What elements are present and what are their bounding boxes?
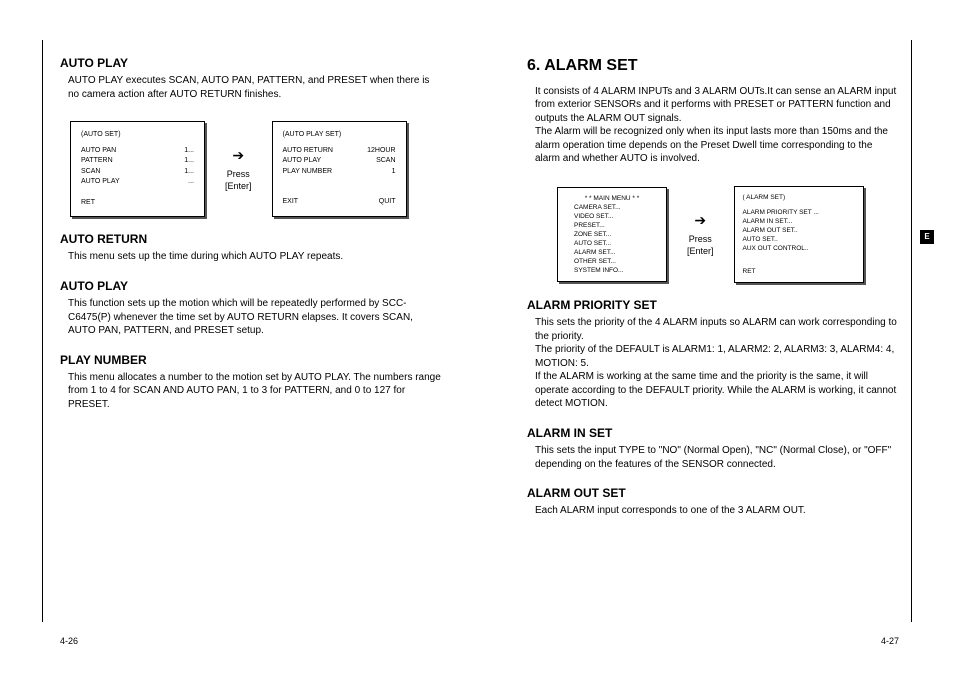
screen-title: * * MAIN MENU * * — [566, 194, 658, 203]
rule-left — [42, 40, 43, 622]
screen-row: AUTO PLAY... — [81, 177, 194, 188]
menu-item: PRESET... — [566, 221, 658, 230]
screen-alarm-set: ( ALARM SET) ALARM PRIORITY SET ... ALAR… — [734, 186, 864, 284]
screens-row-right: * * MAIN MENU * * CAMERA SET... VIDEO SE… — [557, 186, 899, 284]
screen-row: AUTO PLAYSCAN — [283, 156, 396, 167]
menu-item: AUTO SET... — [566, 239, 658, 248]
screen-title: ( ALARM SET) — [743, 193, 855, 202]
body-alarm-in: This sets the input TYPE to "NO" (Normal… — [527, 444, 899, 471]
menu-item: ALARM IN SET... — [743, 217, 855, 226]
body-auto-play-2: This function sets up the motion which w… — [60, 297, 442, 338]
screen-auto-play-set: (AUTO PLAY SET) AUTO RETURN12HOUR AUTO P… — [272, 121, 407, 217]
menu-item: ALARM SET... — [566, 248, 658, 257]
screen-auto-set: (AUTO SET) AUTO PAN1... PATTERN1... SCAN… — [70, 121, 205, 217]
screen-row: SCAN1... — [81, 167, 194, 178]
screen-row: AUTO PAN1... — [81, 146, 194, 157]
screens-row-left: (AUTO SET) AUTO PAN1... PATTERN1... SCAN… — [70, 121, 442, 217]
screen-title: (AUTO SET) — [81, 130, 194, 141]
screen-main-menu: * * MAIN MENU * * CAMERA SET... VIDEO SE… — [557, 187, 667, 283]
arrow-label-2: [Enter] — [225, 180, 252, 192]
left-page: AUTO PLAY AUTO PLAY executes SCAN, AUTO … — [0, 0, 477, 677]
menu-item: ZONE SET... — [566, 230, 658, 239]
arrow-right-icon: ➔ — [687, 211, 714, 230]
page-number-left: 4-26 — [60, 635, 78, 647]
arrow-block: ➔ Press [Enter] — [225, 146, 252, 192]
menu-item: CAMERA SET... — [566, 203, 658, 212]
heading-auto-play-1: AUTO PLAY — [60, 55, 442, 71]
menu-item: AUTO SET.. — [743, 235, 855, 244]
menu-item: ALARM OUT SET.. — [743, 226, 855, 235]
screen-footer: RET — [81, 198, 194, 209]
heading-alarm-set: 6. ALARM SET — [527, 55, 899, 77]
page-spread: AUTO PLAY AUTO PLAY executes SCAN, AUTO … — [0, 0, 954, 677]
arrow-block: ➔ Press [Enter] — [687, 211, 714, 257]
rule-right — [911, 40, 912, 622]
menu-item: VIDEO SET... — [566, 212, 658, 221]
right-page: 6. ALARM SET It consists of 4 ALARM INPU… — [477, 0, 954, 677]
section-tab-e: E — [920, 230, 934, 244]
screen-footer: EXITQUIT — [283, 197, 396, 208]
heading-alarm-priority: ALARM PRIORITY SET — [527, 297, 899, 313]
menu-item: OTHER SET... — [566, 257, 658, 266]
arrow-label-1: Press — [687, 233, 714, 245]
screen-row: PATTERN1... — [81, 156, 194, 167]
screen-row: AUTO RETURN12HOUR — [283, 146, 396, 157]
body-auto-play-1: AUTO PLAY executes SCAN, AUTO PAN, PATTE… — [60, 74, 442, 101]
heading-auto-return: AUTO RETURN — [60, 231, 442, 247]
menu-item: SYSTEM INFO... — [566, 266, 658, 275]
body-alarm-out: Each ALARM input corresponds to one of t… — [527, 504, 899, 518]
heading-alarm-out: ALARM OUT SET — [527, 485, 899, 501]
heading-alarm-in: ALARM IN SET — [527, 425, 899, 441]
arrow-label-2: [Enter] — [687, 245, 714, 257]
body-play-number: This menu allocates a number to the moti… — [60, 371, 442, 412]
arrow-label-1: Press — [225, 168, 252, 180]
screen-title: (AUTO PLAY SET) — [283, 130, 396, 141]
menu-item: ALARM PRIORITY SET ... — [743, 208, 855, 217]
heading-play-number: PLAY NUMBER — [60, 352, 442, 368]
screen-row: PLAY NUMBER1 — [283, 167, 396, 178]
body-alarm-intro: It consists of 4 ALARM INPUTs and 3 ALAR… — [527, 85, 899, 166]
heading-auto-play-2: AUTO PLAY — [60, 278, 442, 294]
body-alarm-priority: This sets the priority of the 4 ALARM in… — [527, 316, 899, 411]
menu-item: AUX OUT CONTROL.. — [743, 244, 855, 253]
arrow-right-icon: ➔ — [225, 146, 252, 165]
page-number-right: 4-27 — [881, 635, 899, 647]
body-auto-return: This menu sets up the time during which … — [60, 250, 442, 264]
screen-footer: RET — [743, 267, 855, 276]
